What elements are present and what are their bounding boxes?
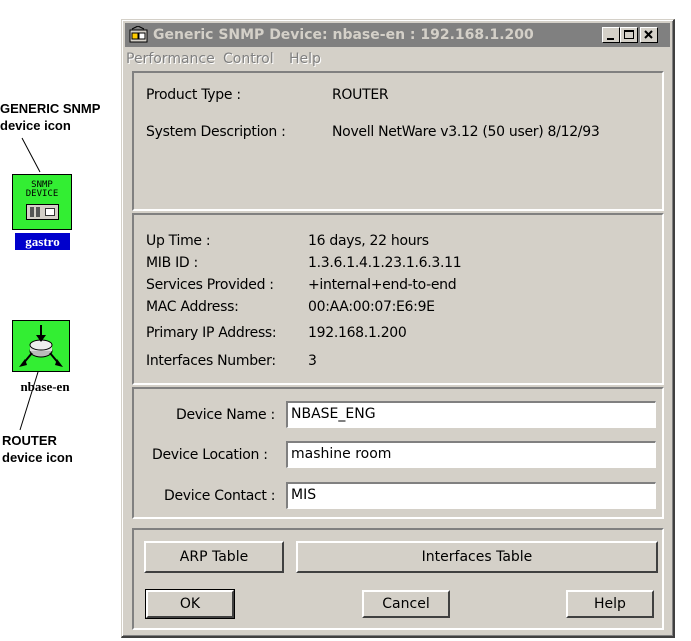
cancel-button[interactable]: Cancel — [362, 590, 450, 618]
router-caption: ROUTER device icon — [2, 432, 73, 466]
mib-id-label: MIB ID : — [146, 255, 198, 271]
services-value: +internal+end-to-end — [308, 277, 457, 293]
generic-snmp-caption-line1: GENERIC SNMP — [0, 101, 101, 116]
maximize-button[interactable] — [620, 27, 638, 43]
close-icon — [644, 30, 653, 39]
product-type-value: ROUTER — [332, 87, 389, 103]
snmp-device-name-label[interactable]: gastro — [15, 233, 70, 250]
mib-id-value: 1.3.6.1.4.1.23.1.6.3.11 — [308, 255, 462, 271]
system-description-label: System Description : — [146, 124, 286, 140]
device-name-field[interactable]: NBASE_ENG — [286, 401, 656, 428]
device-name-label: Device Name : — [176, 407, 275, 423]
ok-button[interactable]: OK — [145, 589, 235, 619]
title-bar[interactable]: Generic SNMP Device: nbase-en : 192.168.… — [125, 23, 670, 47]
menu-bar: Performance Control Help — [125, 48, 670, 70]
interfaces-number-label: Interfaces Number: — [146, 353, 276, 369]
device-location-field[interactable]: mashine room — [286, 441, 656, 468]
device-contact-field[interactable]: MIS — [286, 482, 656, 509]
menu-control[interactable]: Control — [223, 51, 274, 67]
system-description-value: Novell NetWare v3.12 (50 user) 8/12/93 — [332, 124, 600, 140]
app-icon[interactable] — [129, 26, 149, 44]
device-location-label: Device Location : — [152, 447, 268, 463]
interfaces-table-button[interactable]: Interfaces Table — [296, 541, 658, 573]
device-contact-label: Device Contact : — [164, 488, 276, 504]
mac-address-value: 00:AA:00:07:E6:9E — [308, 299, 435, 315]
system-info-group: Up Time : 16 days, 22 hours MIB ID : 1.3… — [132, 213, 664, 385]
router-caption-line2: device icon — [2, 450, 73, 465]
interfaces-number-value: 3 — [308, 353, 317, 369]
uptime-label: Up Time : — [146, 233, 211, 249]
close-button[interactable] — [640, 27, 658, 43]
generic-snmp-caption: GENERIC SNMP device icon — [0, 100, 100, 134]
minimize-icon — [607, 38, 614, 40]
services-label: Services Provided : — [146, 277, 274, 293]
snmp-device-window: Generic SNMP Device: nbase-en : 192.168.… — [121, 19, 675, 638]
device-settings-group: Device Name : NBASE_ENG Device Location … — [132, 387, 664, 519]
device-chip-icon — [26, 204, 59, 220]
router-caption-line1: ROUTER — [2, 433, 57, 448]
snmp-icon-text: SNMP DEVICE — [13, 181, 71, 199]
arp-table-button[interactable]: ARP Table — [144, 541, 284, 573]
primary-ip-value: 192.168.1.200 — [308, 325, 407, 341]
menu-help[interactable]: Help — [289, 51, 321, 67]
help-button[interactable]: Help — [566, 590, 654, 618]
generic-snmp-caption-line2: device icon — [0, 118, 71, 133]
menu-performance[interactable]: Performance — [126, 51, 215, 67]
minimize-button[interactable] — [602, 27, 620, 43]
product-info-group: Product Type : ROUTER System Description… — [132, 71, 664, 211]
snmp-icon-text-line2: DEVICE — [25, 189, 59, 199]
maximize-icon — [624, 30, 634, 39]
product-type-label: Product Type : — [146, 87, 241, 103]
router-arrows-icon — [19, 325, 63, 367]
buttons-group: ARP Table Interfaces Table OK Cancel Hel… — [132, 528, 664, 630]
window-title: Generic SNMP Device: nbase-en : 192.168.… — [153, 27, 534, 43]
primary-ip-label: Primary IP Address: — [146, 325, 277, 341]
router-device-name-label[interactable]: nbase-en — [0, 378, 90, 395]
uptime-value: 16 days, 22 hours — [308, 233, 429, 249]
mac-address-label: MAC Address: — [146, 299, 239, 315]
router-device-icon[interactable] — [12, 320, 70, 372]
generic-snmp-device-icon[interactable]: SNMP DEVICE — [12, 174, 72, 230]
